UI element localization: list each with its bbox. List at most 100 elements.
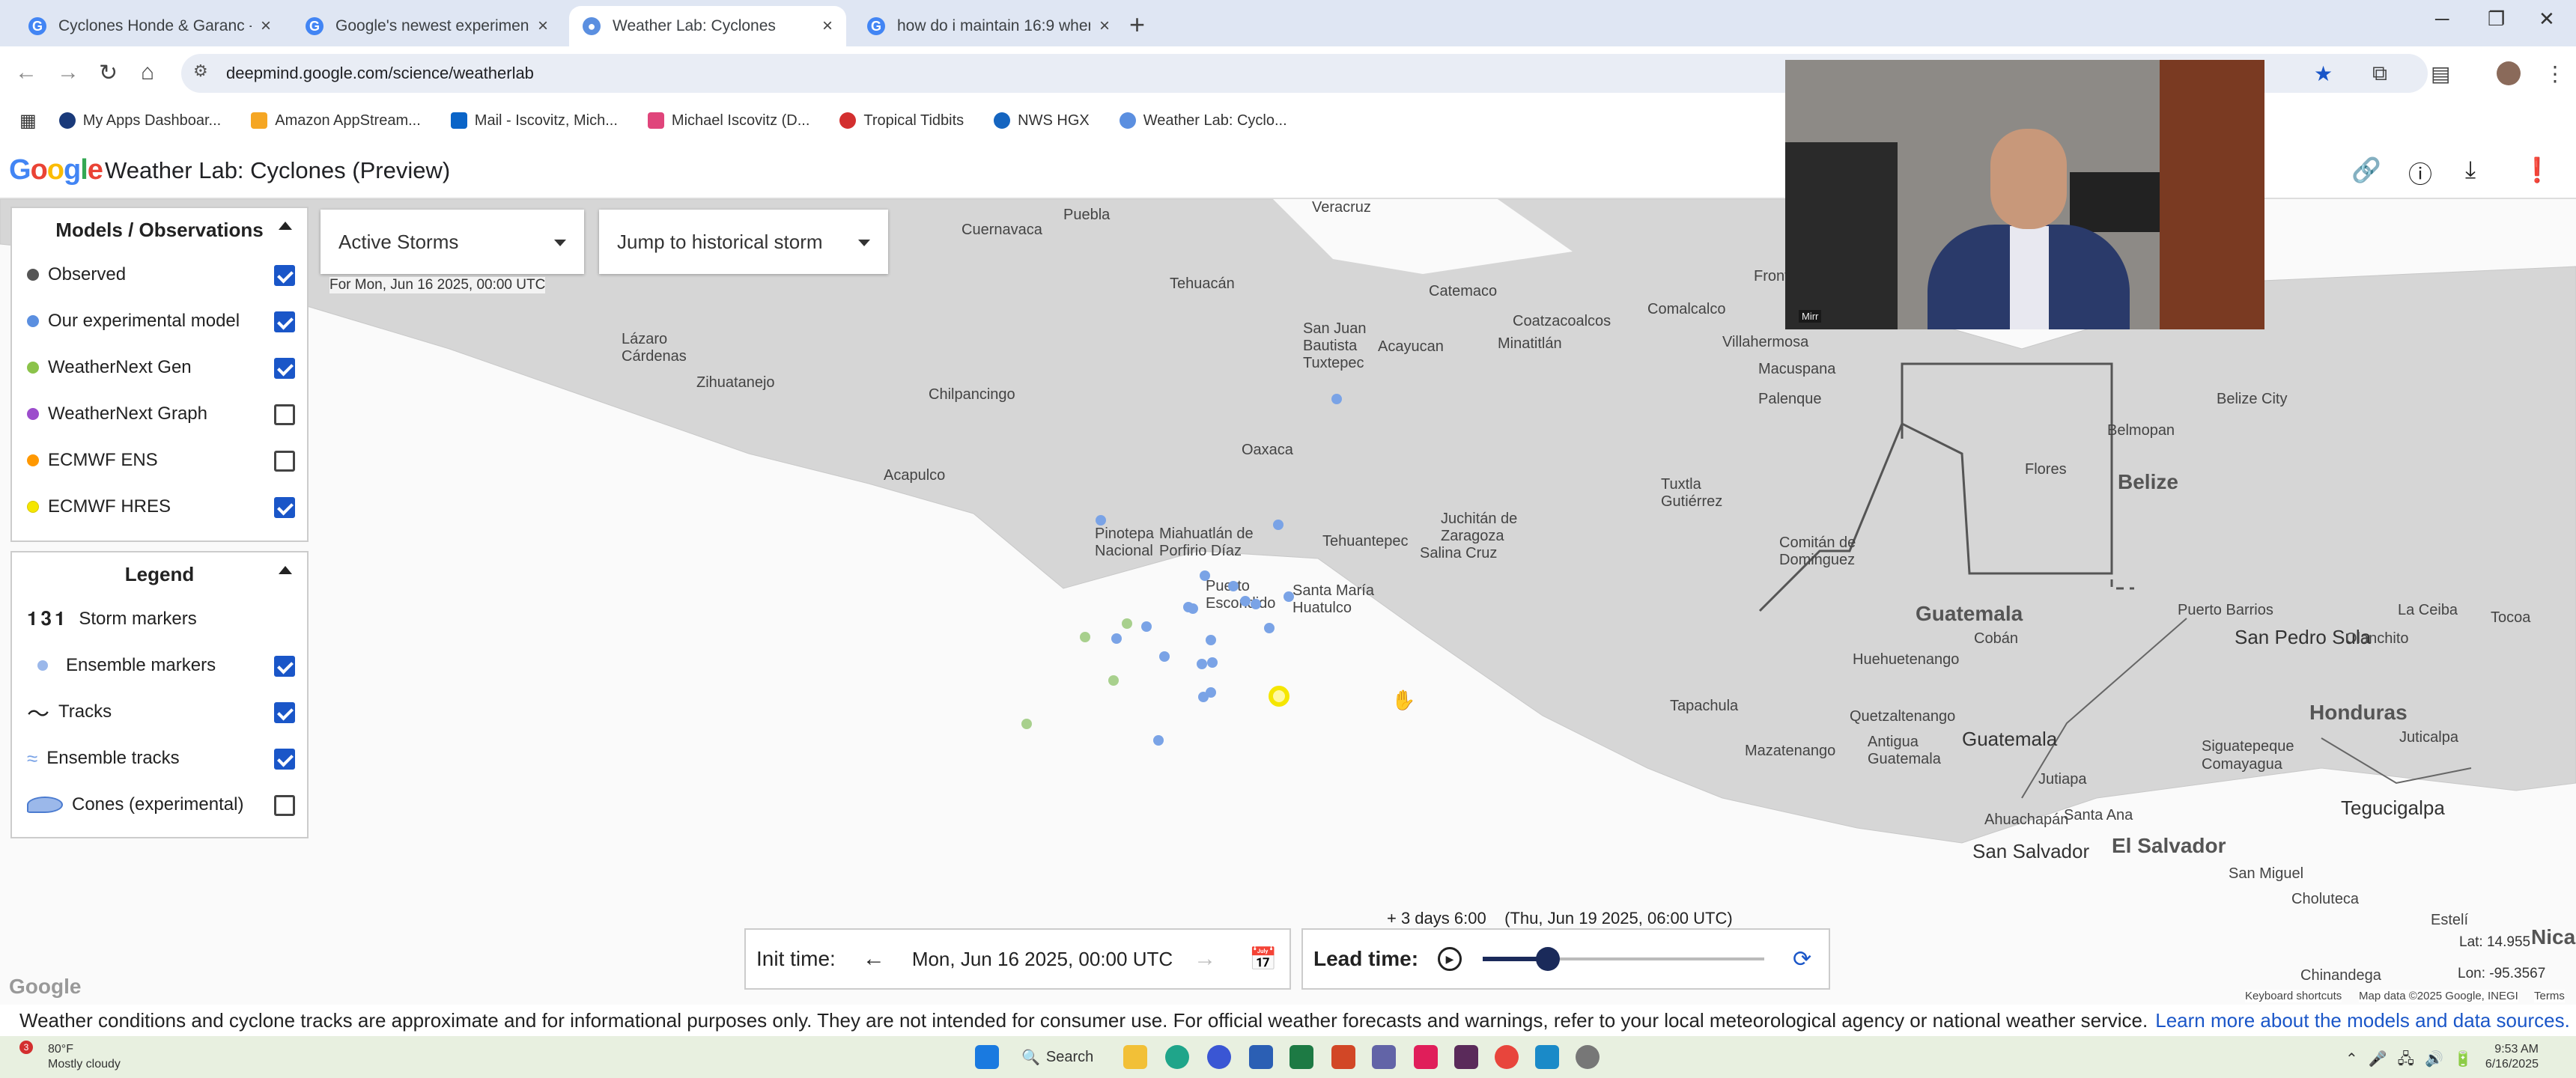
checkbox-observed[interactable] xyxy=(274,265,295,286)
ensemble-marker[interactable] xyxy=(1251,599,1261,609)
tab-weather-lab[interactable]: ● Weather Lab: Cyclones × xyxy=(569,6,846,46)
ensemble-marker[interactable] xyxy=(1096,515,1106,526)
ensemble-marker[interactable] xyxy=(1284,591,1294,602)
model-row-ecmwf-hres[interactable]: ECMWF HRES xyxy=(12,484,307,530)
site-info-icon[interactable]: ⚙ xyxy=(193,61,208,81)
learn-more-link[interactable]: Learn more about the models and data sou… xyxy=(2155,1009,2570,1032)
terms-link[interactable]: Terms xyxy=(2534,990,2565,1002)
bookmark-amazon-appstream[interactable]: Amazon AppStream... xyxy=(251,112,421,130)
forward-icon[interactable]: → xyxy=(57,60,79,85)
ensemble-marker[interactable] xyxy=(1228,581,1239,591)
taskbar-weather[interactable]: 3 80°F Mostly cloudy xyxy=(19,1041,121,1072)
home-icon[interactable]: ⌂ xyxy=(141,60,154,85)
file-explorer-icon[interactable] xyxy=(1123,1045,1147,1069)
calendar-icon[interactable]: 📅 xyxy=(1249,946,1277,972)
close-icon[interactable]: × xyxy=(822,16,833,37)
model-row-ecmwf-ens[interactable]: ECMWF ENS xyxy=(12,437,307,484)
media-icon[interactable]: ▤ xyxy=(2431,61,2450,86)
edge-icon[interactable] xyxy=(1165,1045,1189,1069)
taskbar-clock[interactable]: 9:53 AM 6/16/2025 xyxy=(2485,1042,2539,1072)
new-tab-icon[interactable]: + xyxy=(1129,9,1145,40)
feedback-icon[interactable]: ❗ xyxy=(2522,156,2552,184)
extensions-icon[interactable]: ⧉ xyxy=(2372,61,2387,86)
tray-icons[interactable]: ⌃🎤🖧🔊🔋 xyxy=(2345,1048,2483,1074)
ensemble-marker[interactable] xyxy=(1206,635,1216,645)
windows-start-icon[interactable] xyxy=(975,1045,999,1069)
ensemble-marker[interactable] xyxy=(1331,394,1342,404)
checkbox-ensemble-tracks[interactable] xyxy=(274,749,295,770)
reload-icon[interactable]: ↻ xyxy=(99,60,118,86)
bookmark-michael-iscovitz[interactable]: Michael Iscovitz (D... xyxy=(647,112,809,130)
close-icon[interactable]: × xyxy=(261,16,271,37)
prev-init-icon[interactable]: ← xyxy=(863,946,885,972)
profile-avatar[interactable] xyxy=(2497,61,2521,85)
ensemble-marker-green[interactable] xyxy=(1080,632,1090,642)
next-init-icon[interactable]: → xyxy=(1194,946,1216,972)
historical-storm-dropdown[interactable]: Jump to historical storm xyxy=(599,210,888,274)
model-row-observed[interactable]: Observed xyxy=(12,252,307,298)
active-storms-dropdown[interactable]: Active Storms xyxy=(321,210,584,274)
ensemble-marker[interactable] xyxy=(1197,659,1207,669)
ensemble-marker[interactable] xyxy=(1207,657,1218,668)
menu-icon[interactable]: ⋮ xyxy=(2545,61,2566,86)
legend-panel-header[interactable]: Legend xyxy=(12,552,307,596)
app-icon[interactable] xyxy=(1454,1045,1478,1069)
collapse-icon[interactable] xyxy=(279,222,292,230)
app-icon[interactable] xyxy=(1207,1045,1231,1069)
back-icon[interactable]: ← xyxy=(15,60,37,85)
hres-storm-marker-icon[interactable] xyxy=(1269,686,1289,707)
teams-icon[interactable] xyxy=(1372,1045,1396,1069)
close-icon[interactable]: × xyxy=(1099,16,1110,37)
ensemble-marker[interactable] xyxy=(1141,621,1152,632)
lead-time-slider[interactable] xyxy=(1483,947,1765,971)
slider-thumb[interactable] xyxy=(1535,947,1560,971)
checkbox-ecmwf-hres[interactable] xyxy=(274,497,295,518)
checkbox-ecmwf-ens[interactable] xyxy=(274,451,295,472)
powerpoint-icon[interactable] xyxy=(1331,1045,1355,1069)
close-window-icon[interactable]: ✕ xyxy=(2539,7,2555,31)
link-icon[interactable]: 🔗 xyxy=(2351,156,2381,184)
app-icon[interactable] xyxy=(1535,1045,1559,1069)
models-panel-header[interactable]: Models / Observations xyxy=(12,208,307,252)
ensemble-marker[interactable] xyxy=(1153,735,1164,746)
checkbox-cones[interactable] xyxy=(274,795,295,816)
model-row-weathernext-gen[interactable]: WeatherNext Gen xyxy=(12,344,307,391)
checkbox-experimental[interactable] xyxy=(274,311,295,332)
tab-how-do-i[interactable]: G how do i maintain 16:9 when re × xyxy=(854,6,1123,46)
close-icon[interactable]: × xyxy=(538,16,548,37)
apps-grid-icon[interactable]: ▦ xyxy=(19,110,37,132)
taskbar-search[interactable]: 🔍 Search xyxy=(1021,1044,1104,1071)
checkbox-weathernext-gen[interactable] xyxy=(274,358,295,379)
legend-row-cones[interactable]: Cones (experimental) xyxy=(12,782,307,828)
ensemble-marker-green[interactable] xyxy=(1021,719,1032,729)
tab-cyclones-honde[interactable]: G Cyclones Honde & Garanc - Go × xyxy=(15,6,285,46)
ensemble-marker[interactable] xyxy=(1111,633,1122,644)
info-icon[interactable]: ⓘ xyxy=(2408,156,2432,190)
bookmark-weather-lab[interactable]: Weather Lab: Cyclo... xyxy=(1119,112,1287,130)
bookmark-my-apps[interactable]: My Apps Dashboar... xyxy=(58,112,221,130)
sync-icon[interactable]: ⟳ xyxy=(1793,946,1811,972)
model-row-experimental[interactable]: Our experimental model xyxy=(12,298,307,344)
ensemble-marker[interactable] xyxy=(1240,596,1251,606)
legend-row-ensemble-tracks[interactable]: ≈ Ensemble tracks xyxy=(12,735,307,782)
ensemble-marker-green[interactable] xyxy=(1108,675,1119,686)
chrome-icon[interactable] xyxy=(1495,1045,1519,1069)
ensemble-marker[interactable] xyxy=(1273,520,1284,530)
ensemble-marker[interactable] xyxy=(1264,623,1275,633)
bookmark-nws-hgx[interactable]: NWS HGX xyxy=(994,112,1090,130)
play-icon[interactable]: ▶ xyxy=(1438,947,1462,971)
legend-row-tracks[interactable]: 〜 Tracks xyxy=(12,689,307,735)
slack-icon[interactable] xyxy=(1414,1045,1438,1069)
settings-icon[interactable] xyxy=(1576,1045,1600,1069)
checkbox-tracks[interactable] xyxy=(274,702,295,723)
ensemble-marker-green[interactable] xyxy=(1122,618,1132,629)
checkbox-weathernext-graph[interactable] xyxy=(274,404,295,425)
word-icon[interactable] xyxy=(1249,1045,1273,1069)
model-row-weathernext-graph[interactable]: WeatherNext Graph xyxy=(12,391,307,437)
download-icon[interactable]: ⤓ xyxy=(2465,156,2476,184)
keyboard-shortcuts-link[interactable]: Keyboard shortcuts xyxy=(2245,990,2342,1002)
bookmark-star-icon[interactable]: ★ xyxy=(2314,61,2333,86)
tab-google-newest[interactable]: G Google's newest experimental A × xyxy=(292,6,562,46)
bookmark-tropical-tidbits[interactable]: Tropical Tidbits xyxy=(839,112,964,130)
ensemble-marker[interactable] xyxy=(1159,651,1170,662)
